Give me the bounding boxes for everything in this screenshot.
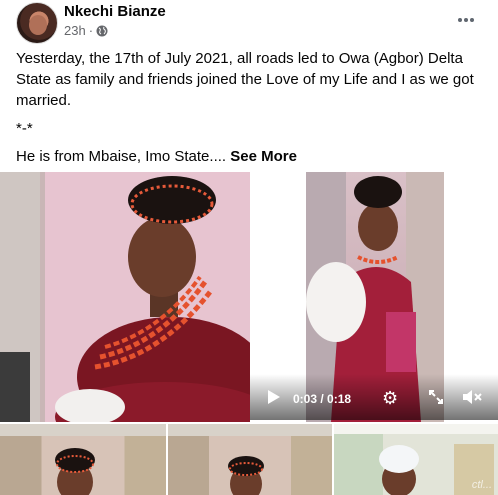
post-header: Nkechi Bianze 23h · bbox=[0, 0, 498, 44]
bride-portrait-illustration bbox=[0, 172, 250, 422]
photo-thumbnail[interactable]: ctl... bbox=[334, 424, 498, 495]
post-paragraph: He is from Mbaise, Imo State.... See Mor… bbox=[16, 148, 297, 165]
mute-icon[interactable] bbox=[462, 389, 482, 405]
more-options-button[interactable] bbox=[456, 10, 476, 30]
video-time: 0:03 / 0:18 bbox=[293, 392, 352, 406]
post-paragraph: *-* bbox=[16, 120, 33, 137]
photo-thumbnail[interactable] bbox=[168, 424, 332, 495]
expand-icon[interactable] bbox=[428, 389, 444, 405]
post-meta: 23h · bbox=[64, 23, 108, 38]
photo-bride-portrait[interactable] bbox=[0, 172, 250, 422]
play-icon[interactable] bbox=[268, 390, 280, 404]
post-time[interactable]: 23h bbox=[64, 23, 86, 38]
globe-icon bbox=[96, 25, 108, 36]
author-name[interactable]: Nkechi Bianze bbox=[64, 3, 166, 20]
dot-icon bbox=[464, 18, 468, 22]
watermark: ctl... bbox=[471, 479, 492, 491]
media-grid: 0:03 / 0:18 ⚙ bbox=[0, 172, 498, 422]
author-avatar[interactable] bbox=[16, 2, 58, 44]
gear-icon[interactable]: ⚙ bbox=[382, 389, 400, 407]
photo-thumbnail[interactable] bbox=[0, 424, 166, 495]
dot-icon bbox=[458, 18, 462, 22]
photo-thumbnails: ctl... bbox=[0, 424, 498, 495]
see-more-link[interactable]: See More bbox=[230, 148, 297, 165]
dot-icon bbox=[470, 18, 474, 22]
post-text: Yesterday, the 17th of July 2021, all ro… bbox=[16, 48, 486, 174]
video-controls: 0:03 / 0:18 ⚙ bbox=[250, 374, 498, 420]
post-paragraph: Yesterday, the 17th of July 2021, all ro… bbox=[16, 50, 474, 109]
